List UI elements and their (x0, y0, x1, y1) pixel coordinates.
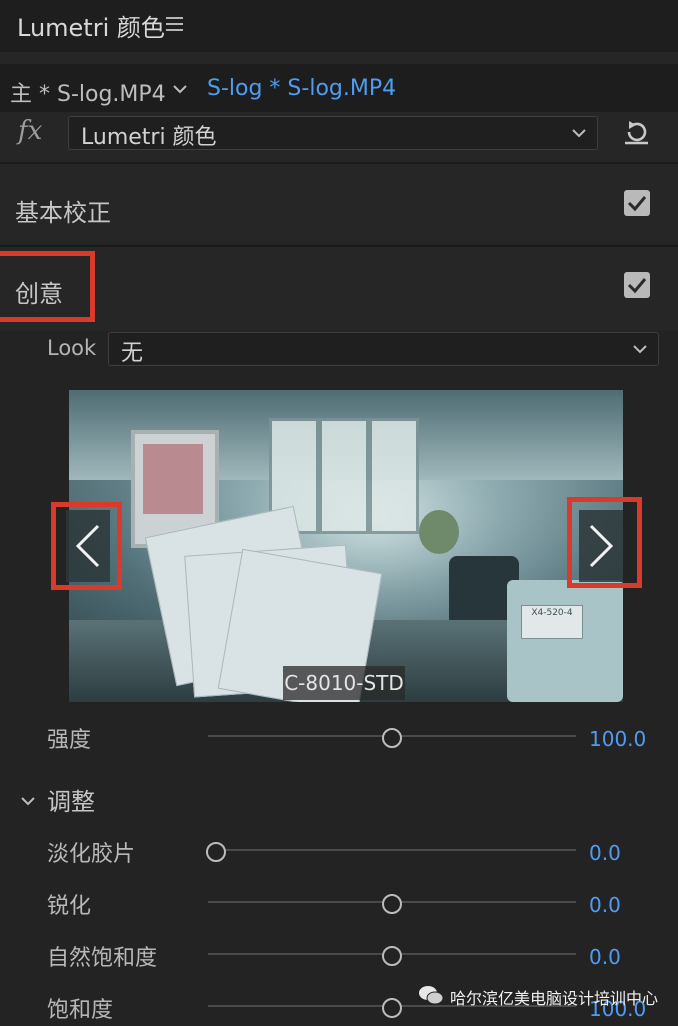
sign-label: X4-520-4 (521, 605, 583, 639)
annotation-highlight (51, 502, 122, 590)
slider-track[interactable] (208, 849, 576, 851)
sharpen-label: 锐化 (47, 894, 92, 919)
look-label: Look (47, 336, 97, 360)
look-preview-name: C-8010-STD (283, 666, 405, 700)
wechat-icon (419, 986, 444, 1005)
chevron-down-icon[interactable] (172, 80, 188, 94)
faded-film-value[interactable]: 0.0 (589, 841, 621, 865)
faded-film-label: 淡化胶片 (47, 842, 136, 867)
effect-dropdown[interactable]: Lumetri 颜色 (68, 116, 598, 150)
adjustments-title[interactable]: 调整 (47, 782, 95, 817)
checkmark-icon (627, 196, 647, 212)
master-clip-tab[interactable]: 主 * S-log.MP4 (10, 76, 166, 108)
sharpen-value[interactable]: 0.0 (589, 893, 621, 917)
panel-title[interactable]: Lumetri 颜色 (17, 8, 165, 43)
vibrance-value[interactable]: 0.0 (589, 945, 621, 969)
section-basic-title[interactable]: 基本校正 (15, 193, 111, 228)
vibrance-label: 自然饱和度 (47, 946, 158, 971)
chevron-down-icon (633, 345, 647, 354)
slider-thumb[interactable] (382, 998, 402, 1018)
watermark: 哈尔滨亿美电脑设计培训中心 (418, 982, 668, 1012)
slider-thumb[interactable] (206, 842, 226, 862)
look-preview-image: X4-520-4 C-8010-STD (69, 390, 623, 702)
intensity-value[interactable]: 100.0 (589, 727, 646, 751)
slider-thumb[interactable] (382, 728, 402, 748)
annotation-highlight (0, 251, 95, 322)
annotation-highlight (567, 497, 642, 588)
saturation-label: 饱和度 (47, 998, 114, 1023)
chevron-down-icon[interactable] (20, 792, 36, 806)
fx-icon[interactable]: fx (18, 116, 42, 146)
section-creative[interactable] (0, 247, 678, 331)
sequence-clip-tab[interactable]: S-log * S-log.MP4 (207, 76, 396, 101)
slider-thumb[interactable] (382, 946, 402, 966)
look-dropdown[interactable]: 无 (108, 332, 659, 366)
checkmark-icon (627, 278, 647, 294)
reset-icon[interactable] (620, 116, 652, 148)
intensity-label: 强度 (47, 728, 92, 753)
look-dropdown-value: 无 (121, 341, 144, 366)
basic-enable-checkbox[interactable] (624, 190, 650, 216)
slider-thumb[interactable] (382, 894, 402, 914)
watermark-text: 哈尔滨亿美电脑设计培训中心 (450, 989, 659, 1008)
panel-menu-icon[interactable] (166, 17, 183, 32)
effect-dropdown-value: Lumetri 颜色 (81, 125, 217, 150)
creative-enable-checkbox[interactable] (624, 272, 650, 298)
chevron-down-icon (572, 129, 586, 138)
